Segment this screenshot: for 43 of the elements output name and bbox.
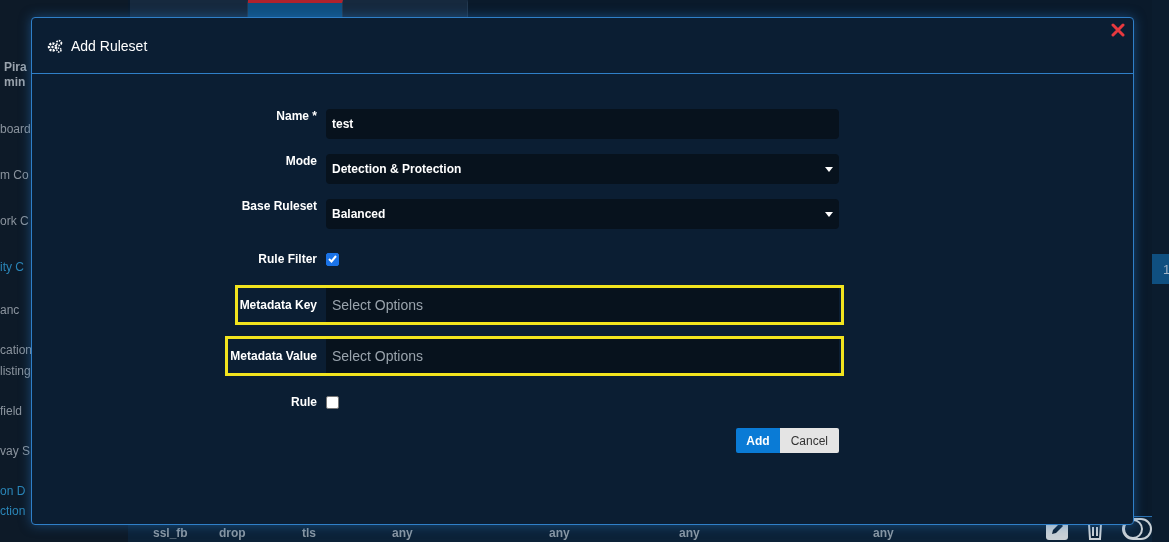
caret-icon — [825, 166, 833, 172]
sidebar-item[interactable]: field — [0, 404, 22, 444]
multiselect-field[interactable]: Select Options — [326, 288, 839, 322]
table-cell-text: drop — [219, 526, 247, 540]
table-cell-text: any — [549, 526, 571, 540]
gears-icon — [47, 38, 63, 53]
sidebar-item[interactable]: anc — [0, 303, 20, 343]
table-cell-text: any — [873, 526, 895, 540]
sidebar-item[interactable]: m Co — [0, 168, 29, 214]
field-label: Base Ruleset — [240, 199, 318, 213]
multiselect-field[interactable]: Select Options — [326, 339, 839, 373]
table-cell-text: any — [392, 526, 414, 540]
sidebar-item[interactable]: ction — [0, 504, 26, 524]
caret-icon — [825, 211, 833, 217]
field-label: Name * — [275, 109, 318, 123]
sidebar-item[interactable]: listing — [0, 364, 31, 404]
select-field[interactable]: Detection & Protection — [326, 154, 839, 184]
checkbox[interactable] — [326, 395, 339, 409]
table-cell-text: ssl_fb — [153, 526, 189, 540]
field-label: Rule Filter — [257, 252, 318, 266]
checkbox[interactable] — [326, 252, 339, 266]
field-label: Rule — [290, 395, 318, 409]
field-label: Mode — [284, 154, 318, 168]
select-field[interactable]: Balanced — [326, 199, 839, 229]
sidebar-item[interactable]: cation — [0, 343, 33, 364]
sidebar-item[interactable]: board — [0, 122, 31, 168]
field-label: Metadata Value — [230, 349, 318, 363]
sidebar-item[interactable]: vay S — [0, 444, 30, 484]
sidebar-item[interactable]: on D — [0, 484, 26, 504]
profile-text: Pira — [4, 60, 28, 75]
table-cell-text: tls — [302, 526, 317, 540]
close-button[interactable] — [1111, 23, 1125, 37]
add-button[interactable]: Add — [736, 428, 780, 453]
name-input[interactable]: test — [326, 109, 839, 139]
toggle-icon[interactable] — [1122, 518, 1152, 540]
table-cell-text: any — [679, 526, 701, 540]
profile-text: min — [4, 75, 27, 90]
sidebar-item[interactable]: ork C — [0, 214, 29, 260]
page-button[interactable]: 1 — [1152, 254, 1169, 284]
modal-title: Add Ruleset — [71, 37, 148, 54]
cancel-button[interactable]: Cancel — [779, 428, 839, 453]
sidebar-item[interactable]: ity C — [0, 260, 24, 303]
field-label: Metadata Key — [239, 298, 318, 312]
